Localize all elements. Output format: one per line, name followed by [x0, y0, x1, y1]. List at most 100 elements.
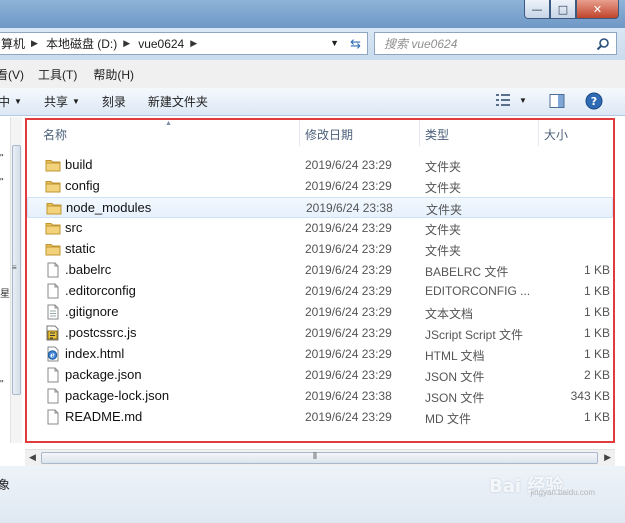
html-file-icon: e	[45, 346, 61, 362]
menu-tools[interactable]: 工具(T)	[38, 66, 77, 83]
file-date: 2019/6/24 23:38	[305, 389, 392, 403]
column-header-date[interactable]: 修改日期	[305, 126, 353, 143]
file-type: 文件夹	[425, 223, 462, 237]
column-header-name[interactable]: 名称	[43, 126, 67, 143]
file-icon	[45, 409, 61, 425]
nav-item-fragment[interactable]: "	[0, 379, 4, 390]
file-name: .editorconfig	[65, 283, 136, 298]
file-row[interactable]: .editorconfig 2019/6/24 23:29 EDITORCONFIG…	[27, 281, 613, 302]
menu-view[interactable]: 看(V)	[0, 66, 24, 83]
nav-item-fragment[interactable]: "	[0, 177, 4, 188]
nav-scrollbar[interactable]: ≡	[10, 117, 22, 443]
file-date: 2019/6/24 23:29	[305, 368, 392, 382]
burn-button[interactable]: 刻录	[102, 93, 126, 110]
file-date: 2019/6/24 23:29	[305, 263, 392, 277]
file-row[interactable]: .babelrc 2019/6/24 23:29 BABELRC 文件 1 KB	[27, 260, 613, 281]
minimize-button[interactable]: —	[524, 0, 550, 19]
file-size: 1 KB	[583, 410, 610, 424]
maximize-button[interactable]: □	[550, 0, 576, 19]
new-folder-button[interactable]: 新建文件夹	[148, 93, 208, 110]
sort-indicator-icon: ▲	[165, 120, 172, 127]
file-date: 2019/6/24 23:29	[305, 242, 392, 256]
folder-icon	[45, 157, 61, 173]
chevron-down-icon: ▼	[71, 97, 80, 106]
close-button[interactable]: ✕	[576, 0, 619, 19]
file-icon	[45, 367, 61, 383]
breadcrumb-drive[interactable]: 本地磁盘 (D:)	[46, 35, 117, 52]
breadcrumb-computer[interactable]: 算机	[1, 35, 25, 52]
chevron-down-icon: ▼	[519, 95, 527, 105]
file-row[interactable]: src 2019/6/24 23:29 文件夹	[27, 218, 613, 239]
script-file-icon	[45, 325, 61, 341]
file-size: 1 KB	[583, 347, 610, 361]
help-button[interactable]: ?	[585, 92, 603, 110]
column-header-size[interactable]: 大小	[544, 126, 568, 143]
file-type: 文件夹	[425, 244, 462, 258]
window-controls: — □ ✕	[524, 0, 619, 19]
horizontal-scrollbar[interactable]: ◀ ⦀ ▶	[25, 449, 615, 466]
file-name: .babelrc	[65, 262, 112, 277]
file-type: JSON 文件	[425, 370, 485, 384]
view-options-button[interactable]: ▼	[495, 93, 527, 107]
file-row[interactable]: .postcssrc.js 2019/6/24 23:29 JScript Scri…	[27, 323, 613, 344]
nav-item-fragment[interactable]: 星	[0, 285, 10, 300]
file-row[interactable]: node_modules 2019/6/24 23:38 文件夹	[27, 197, 613, 218]
file-row[interactable]: package.json 2019/6/24 23:29 JSON 文件 2 KB	[27, 365, 613, 386]
file-row[interactable]: static 2019/6/24 23:29 文件夹	[27, 239, 613, 260]
navigation-pane[interactable]: " " 星 " ≡	[0, 117, 22, 443]
breadcrumb-separator-icon[interactable]: ▶	[190, 38, 197, 49]
file-type: 文件夹	[426, 203, 463, 217]
breadcrumb-folder[interactable]: vue0624	[138, 37, 184, 51]
file-name: static	[65, 241, 96, 256]
file-row[interactable]: config 2019/6/24 23:29 文件夹	[27, 176, 613, 197]
menu-help[interactable]: 帮助(H)	[93, 66, 134, 83]
address-dropdown-icon[interactable]: ▼	[330, 38, 339, 48]
scroll-right-icon[interactable]: ▶	[604, 452, 611, 463]
file-date: 2019/6/24 23:29	[305, 158, 392, 172]
horizontal-scroll-thumb[interactable]: ⦀	[41, 451, 598, 464]
file-size: 1 KB	[583, 326, 610, 340]
scroll-grip-icon: ⦀	[313, 451, 317, 461]
breadcrumb-separator-icon[interactable]: ▶	[31, 38, 38, 49]
share-button[interactable]: 共享 ▼	[44, 93, 80, 110]
folder-icon	[45, 178, 61, 194]
status-text: 象	[0, 478, 11, 492]
address-bar[interactable]: 算机 ▶ 本地磁盘 (D:) ▶ vue0624 ▶ ▼ ⇆	[0, 32, 368, 55]
file-date: 2019/6/24 23:29	[305, 347, 392, 361]
file-row[interactable]: e index.html 2019/6/24 23:29 HTML 文档 1 KB	[27, 344, 613, 365]
breadcrumb-separator-icon[interactable]: ▶	[123, 38, 130, 49]
file-size: 1 KB	[583, 263, 610, 277]
file-name: package.json	[65, 367, 142, 382]
column-divider[interactable]	[419, 120, 420, 146]
file-row[interactable]: build 2019/6/24 23:29 文件夹	[27, 155, 613, 176]
include-in-library-button[interactable]: 中 ▼	[0, 93, 22, 110]
file-name: node_modules	[66, 200, 152, 215]
file-name: index.html	[65, 346, 125, 361]
search-icon[interactable]	[596, 37, 610, 54]
refresh-icon[interactable]: ⇆	[350, 36, 361, 52]
nav-item-fragment[interactable]: "	[0, 153, 4, 164]
file-list[interactable]: ▲ 名称 修改日期 类型 大小 build 2019/6/24 23:29 文件夹 c…	[25, 118, 615, 443]
file-row[interactable]: .gitignore 2019/6/24 23:29 文本文档 1 KB	[27, 302, 613, 323]
file-type: 文本文档	[425, 307, 474, 321]
column-header-type[interactable]: 类型	[425, 126, 449, 143]
include-label: 中	[0, 95, 11, 109]
file-type: JScript Script 文件	[425, 328, 524, 342]
file-icon	[45, 388, 61, 404]
watermark-subtext: jingyan.baidu.com	[530, 488, 595, 497]
file-row[interactable]: package-lock.json 2019/6/24 23:38 JSON 文件 3…	[27, 386, 613, 407]
column-divider[interactable]	[299, 120, 300, 146]
file-type: EDITORCONFIG ...	[425, 284, 531, 298]
file-row[interactable]: README.md 2019/6/24 23:29 MD 文件 1 KB	[27, 407, 613, 428]
column-divider[interactable]	[538, 120, 539, 146]
chevron-down-icon: ▼	[14, 97, 22, 106]
scroll-left-icon[interactable]: ◀	[29, 452, 36, 463]
burn-label: 刻录	[101, 95, 126, 109]
file-name: README.md	[65, 409, 143, 424]
file-date: 2019/6/24 23:29	[305, 305, 392, 319]
watermark-logo: Bai 经验 jingyan.baidu.com	[475, 466, 595, 497]
preview-pane-button[interactable]	[549, 93, 565, 109]
file-type: JSON 文件	[425, 391, 485, 405]
search-input[interactable]: 搜索 vue0624	[374, 32, 617, 55]
svg-text:?: ?	[591, 95, 597, 108]
